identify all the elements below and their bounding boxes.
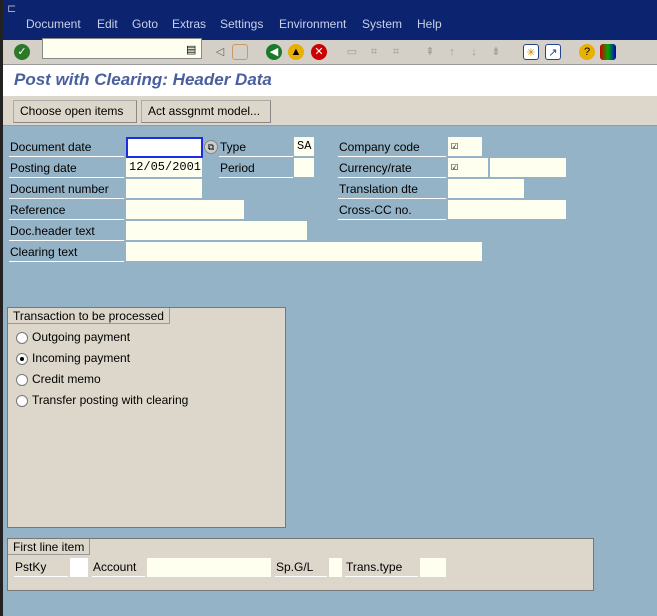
radio-label: Outgoing payment: [32, 330, 131, 344]
command-history-icon[interactable]: ▤: [186, 43, 196, 56]
period-label: Period: [219, 159, 293, 178]
company-code-input[interactable]: ☑: [448, 137, 482, 156]
spgl-input[interactable]: [329, 558, 342, 577]
doc-header-text-label: Doc.header text: [9, 222, 124, 241]
currency-rate-label: Currency/rate: [338, 159, 446, 178]
act-assgnmt-model-button[interactable]: Act assgnmt model...: [141, 100, 271, 123]
radio-incoming-payment[interactable]: Incoming payment: [16, 349, 130, 367]
document-date-input[interactable]: [126, 137, 203, 158]
cancel-icon[interactable]: ✕: [311, 44, 327, 60]
save-icon[interactable]: [232, 44, 248, 60]
type-label: Type: [219, 138, 293, 157]
menu-environment[interactable]: Environment: [279, 17, 346, 31]
first-page-icon[interactable]: ⇞: [422, 44, 438, 60]
transaction-group-title: Transaction to be processed: [8, 308, 170, 324]
period-input[interactable]: [294, 158, 314, 177]
pstky-label: PstKy: [14, 558, 68, 577]
layout-menu-icon[interactable]: [600, 44, 616, 60]
menu-settings[interactable]: Settings: [220, 17, 263, 31]
menu-edit[interactable]: Edit: [97, 17, 118, 31]
translation-date-input[interactable]: [448, 179, 524, 198]
radio-button[interactable]: [16, 331, 28, 344]
reference-label: Reference: [9, 201, 124, 220]
radio-label: Transfer posting with clearing: [32, 393, 189, 407]
next-page-icon[interactable]: ↓: [466, 44, 482, 60]
radio-button-selected[interactable]: [16, 352, 28, 365]
account-label: Account: [92, 558, 145, 577]
clearing-text-input[interactable]: [126, 242, 482, 261]
exchange-rate-input[interactable]: [490, 158, 566, 177]
menu-extras[interactable]: Extras: [172, 17, 206, 31]
radio-outgoing-payment[interactable]: Outgoing payment: [16, 328, 130, 346]
posting-date-input[interactable]: 12/05/2001: [126, 158, 202, 177]
menu-help[interactable]: Help: [417, 17, 442, 31]
clearing-text-label: Clearing text: [9, 243, 124, 262]
find-icon[interactable]: ⌗: [366, 44, 382, 60]
print-icon[interactable]: ▭: [344, 44, 360, 60]
trans-type-label: Trans.type: [345, 558, 418, 577]
first-line-item-title: First line item: [8, 539, 91, 555]
system-menu-icon[interactable]: ⊏: [7, 2, 16, 15]
radio-label: Incoming payment: [32, 351, 131, 365]
account-input[interactable]: [147, 558, 271, 577]
back-arrow-icon[interactable]: ◁: [212, 44, 228, 60]
reference-input[interactable]: [126, 200, 244, 219]
translation-date-label: Translation dte: [338, 180, 446, 199]
trans-type-input[interactable]: [420, 558, 446, 577]
currency-input[interactable]: ☑: [448, 158, 488, 177]
create-session-icon[interactable]: ✳: [523, 44, 539, 60]
back-icon[interactable]: ◀: [266, 44, 282, 60]
menu-document[interactable]: Document: [26, 17, 81, 31]
posting-date-label: Posting date: [9, 159, 124, 178]
help-icon[interactable]: ?: [579, 44, 595, 60]
exit-icon[interactable]: ▲: [288, 44, 304, 60]
doc-header-text-input[interactable]: [126, 221, 307, 240]
company-code-label: Company code: [338, 138, 446, 157]
cross-cc-label: Cross-CC no.: [338, 201, 446, 220]
shortcut-icon[interactable]: ↗: [545, 44, 561, 60]
radio-transfer-posting[interactable]: Transfer posting with clearing: [16, 391, 188, 409]
value-help-icon[interactable]: ⧉: [204, 140, 218, 154]
radio-button[interactable]: [16, 373, 28, 386]
previous-page-icon[interactable]: ↑: [444, 44, 460, 60]
radio-button[interactable]: [16, 394, 28, 407]
enter-icon[interactable]: ✓: [14, 44, 30, 60]
document-number-input[interactable]: [126, 179, 202, 198]
menu-goto[interactable]: Goto: [132, 17, 158, 31]
document-date-label: Document date: [9, 138, 124, 157]
last-page-icon[interactable]: ⇟: [488, 44, 504, 60]
page-title: Post with Clearing: Header Data: [14, 70, 272, 89]
spgl-label: Sp.G/L: [275, 558, 327, 577]
type-input[interactable]: SA: [294, 137, 314, 156]
pstky-input[interactable]: [70, 558, 88, 577]
cross-cc-input[interactable]: [448, 200, 566, 219]
find-next-icon[interactable]: ⌗: [388, 44, 404, 60]
document-number-label: Document number: [9, 180, 124, 199]
command-field[interactable]: [42, 38, 202, 59]
radio-credit-memo[interactable]: Credit memo: [16, 370, 101, 388]
choose-open-items-button[interactable]: Choose open items: [13, 100, 137, 123]
menu-system[interactable]: System: [362, 17, 402, 31]
radio-label: Credit memo: [32, 372, 101, 386]
